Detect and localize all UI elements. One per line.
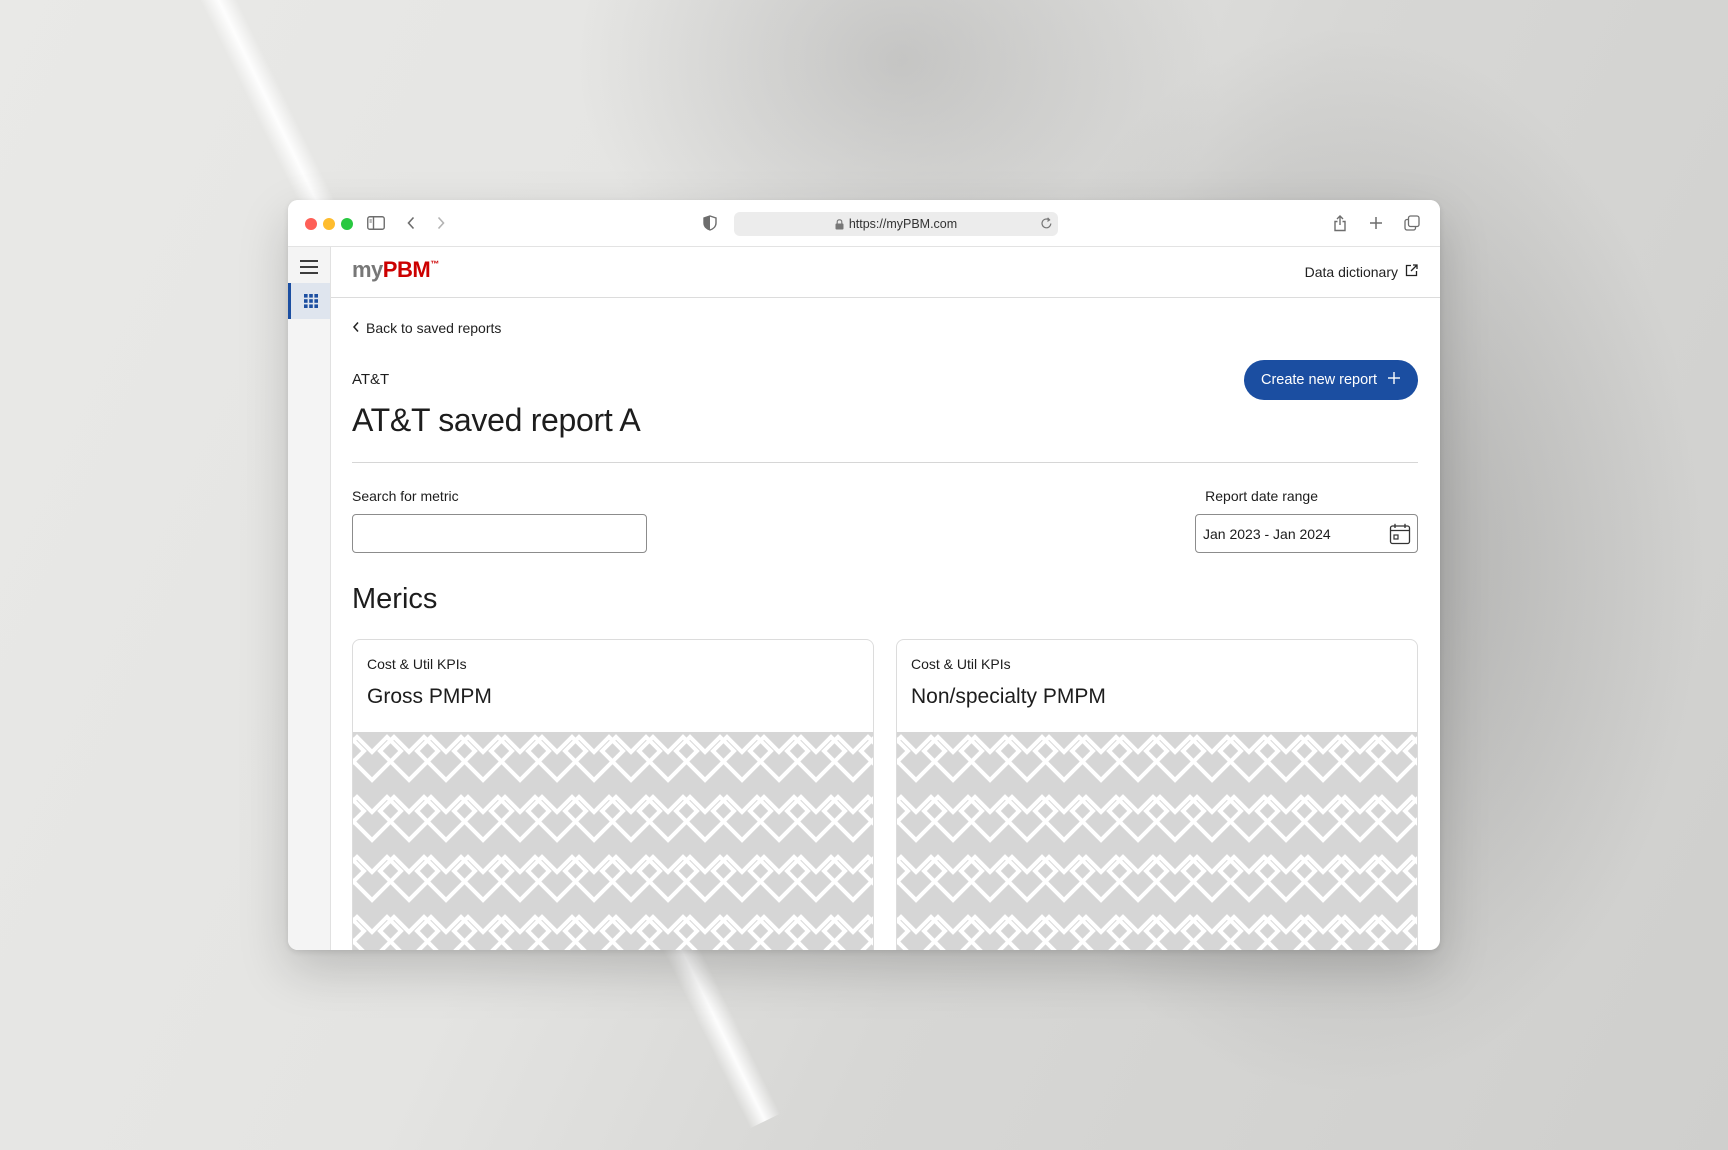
minimize-window-button[interactable] xyxy=(323,218,335,230)
header-divider xyxy=(352,462,1418,463)
heart-pattern-placeholder xyxy=(353,732,873,950)
shield-icon[interactable] xyxy=(699,212,721,234)
back-to-saved-reports-link[interactable]: Back to saved reports xyxy=(352,320,501,336)
calendar-icon[interactable] xyxy=(1389,523,1411,548)
external-link-icon xyxy=(1405,264,1418,280)
browser-titlebar: https://myPBM.com xyxy=(288,200,1440,247)
sidebar-toggle-icon[interactable] xyxy=(365,212,387,234)
app-sidebar xyxy=(288,247,331,950)
app-header: myPBM™ Data dictionary xyxy=(331,247,1440,298)
reload-icon[interactable] xyxy=(1040,216,1053,233)
logo-my-text: my xyxy=(352,257,383,282)
data-dictionary-label: Data dictionary xyxy=(1304,264,1398,280)
plus-icon xyxy=(1387,371,1401,389)
metric-card-name: Gross PMPM xyxy=(367,685,492,708)
metric-card-category: Cost & Util KPIs xyxy=(367,656,467,672)
metric-card-non-specialty-pmpm[interactable]: Cost & Util KPIs Non/specialty PMPM xyxy=(896,639,1418,950)
page-title: AT&T saved report A xyxy=(352,402,641,438)
share-icon[interactable] xyxy=(1329,212,1351,234)
chevron-left-icon xyxy=(352,320,360,336)
search-metric-input[interactable] xyxy=(352,514,647,553)
new-tab-plus-icon[interactable] xyxy=(1365,212,1387,234)
metric-card-gross-pmpm[interactable]: Cost & Util KPIs Gross PMPM xyxy=(352,639,874,950)
url-bar[interactable]: https://myPBM.com xyxy=(734,212,1058,236)
report-date-range-label: Report date range xyxy=(1205,488,1318,504)
logo-pbm-text: PBM xyxy=(382,257,431,282)
forward-chevron-icon[interactable] xyxy=(430,212,452,234)
close-window-button[interactable] xyxy=(305,218,317,230)
heart-pattern-image xyxy=(897,732,1417,950)
zoom-window-button[interactable] xyxy=(341,218,353,230)
hamburger-menu-icon[interactable] xyxy=(298,257,320,277)
tabs-overview-icon[interactable] xyxy=(1401,212,1423,234)
main-content: Back to saved reports AT&T AT&T saved re… xyxy=(352,298,1418,950)
heart-pattern-placeholder xyxy=(897,732,1417,950)
date-range-value: Jan 2023 - Jan 2024 xyxy=(1203,525,1331,542)
browser-window: https://myPBM.com myPBM™ Data dictionary… xyxy=(288,200,1440,950)
heart-pattern-image xyxy=(353,732,873,950)
url-text: https://myPBM.com xyxy=(848,217,958,231)
back-link-label: Back to saved reports xyxy=(366,320,502,336)
back-chevron-icon[interactable] xyxy=(400,212,422,234)
metric-card-name: Non/specialty PMPM xyxy=(911,685,1106,708)
data-dictionary-link[interactable]: Data dictionary xyxy=(1305,264,1418,280)
create-button-label: Create new report xyxy=(1260,372,1378,388)
search-metric-label: Search for metric xyxy=(352,488,459,504)
metrics-section-title: Merics xyxy=(352,583,438,615)
mypbm-logo[interactable]: myPBM™ xyxy=(352,257,439,283)
logo-trademark: ™ xyxy=(430,259,439,269)
client-name: AT&T xyxy=(352,371,390,388)
metric-card-category: Cost & Util KPIs xyxy=(911,656,1011,672)
lock-icon xyxy=(835,218,844,230)
report-date-range-field[interactable]: Jan 2023 - Jan 2024 xyxy=(1195,514,1418,553)
apps-grid-icon[interactable] xyxy=(288,283,330,319)
create-new-report-button[interactable]: Create new report xyxy=(1244,360,1418,400)
